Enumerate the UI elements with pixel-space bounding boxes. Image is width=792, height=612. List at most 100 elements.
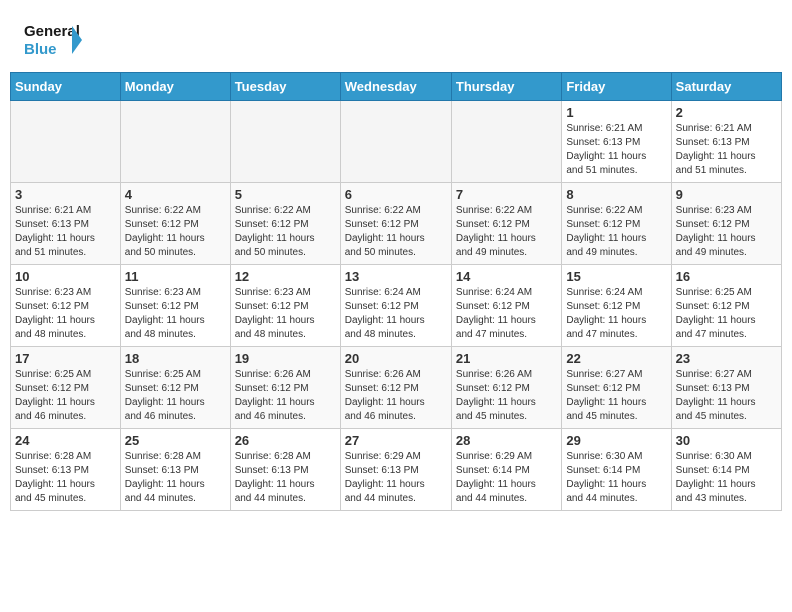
- day-info: Sunrise: 6:23 AM Sunset: 6:12 PM Dayligh…: [15, 286, 116, 342]
- day-number: 3: [15, 187, 116, 202]
- calendar-cell: [11, 101, 121, 183]
- day-info: Sunrise: 6:21 AM Sunset: 6:13 PM Dayligh…: [676, 122, 777, 178]
- calendar-cell: 12 Sunrise: 6:23 AM Sunset: 6:12 PM Dayli…: [230, 265, 340, 347]
- day-number: 15: [566, 269, 666, 284]
- day-info: Sunrise: 6:25 AM Sunset: 6:12 PM Dayligh…: [125, 368, 226, 424]
- day-number: 28: [456, 433, 557, 448]
- week-row: 3Sunrise: 6:21 AM Sunset: 6:13 PM Daylig…: [11, 183, 782, 265]
- day-number: 8: [566, 187, 666, 202]
- weekday-header: Thursday: [451, 73, 561, 101]
- day-info: Sunrise: 6:26 AM Sunset: 6:12 PM Dayligh…: [345, 368, 447, 424]
- day-info: Sunrise: 6:30 AM Sunset: 6:14 PM Dayligh…: [676, 450, 777, 506]
- day-number: 1: [566, 105, 666, 120]
- weekday-header: Saturday: [671, 73, 781, 101]
- calendar-table: SundayMondayTuesdayWednesdayThursdayFrid…: [10, 72, 782, 511]
- calendar-cell: 25Sunrise: 6:28 AM Sunset: 6:13 PM Dayli…: [120, 429, 230, 511]
- day-info: Sunrise: 6:21 AM Sunset: 6:13 PM Dayligh…: [566, 122, 666, 178]
- day-info: Sunrise: 6:26 AM Sunset: 6:12 PM Dayligh…: [456, 368, 557, 424]
- calendar-body: 1 Sunrise: 6:21 AM Sunset: 6:13 PM Daylig…: [11, 101, 782, 511]
- calendar-cell: 26 Sunrise: 6:28 AM Sunset: 6:13 PM Dayli…: [230, 429, 340, 511]
- day-info: Sunrise: 6:22 AM Sunset: 6:12 PM Dayligh…: [345, 204, 447, 260]
- weekday-header: Sunday: [11, 73, 121, 101]
- calendar-cell: 11 Sunrise: 6:23 AM Sunset: 6:12 PM Dayli…: [120, 265, 230, 347]
- calendar-cell: [230, 101, 340, 183]
- week-row: 1 Sunrise: 6:21 AM Sunset: 6:13 PM Daylig…: [11, 101, 782, 183]
- weekday-header: Tuesday: [230, 73, 340, 101]
- calendar-cell: 7 Sunrise: 6:22 AM Sunset: 6:12 PM Daylig…: [451, 183, 561, 265]
- logo: GeneralBlue: [24, 18, 84, 62]
- day-info: Sunrise: 6:22 AM Sunset: 6:12 PM Dayligh…: [566, 204, 666, 260]
- day-number: 10: [15, 269, 116, 284]
- weekday-row: SundayMondayTuesdayWednesdayThursdayFrid…: [11, 73, 782, 101]
- calendar-cell: 29 Sunrise: 6:30 AM Sunset: 6:14 PM Dayli…: [562, 429, 671, 511]
- day-number: 13: [345, 269, 447, 284]
- day-info: Sunrise: 6:27 AM Sunset: 6:12 PM Dayligh…: [566, 368, 666, 424]
- svg-text:Blue: Blue: [24, 41, 57, 58]
- day-info: Sunrise: 6:24 AM Sunset: 6:12 PM Dayligh…: [566, 286, 666, 342]
- day-number: 17: [15, 351, 116, 366]
- day-info: Sunrise: 6:22 AM Sunset: 6:12 PM Dayligh…: [456, 204, 557, 260]
- calendar-header: SundayMondayTuesdayWednesdayThursdayFrid…: [11, 73, 782, 101]
- calendar-cell: 22 Sunrise: 6:27 AM Sunset: 6:12 PM Dayli…: [562, 347, 671, 429]
- calendar-cell: [120, 101, 230, 183]
- calendar-cell: 2 Sunrise: 6:21 AM Sunset: 6:13 PM Daylig…: [671, 101, 781, 183]
- calendar-cell: 19 Sunrise: 6:26 AM Sunset: 6:12 PM Dayli…: [230, 347, 340, 429]
- calendar-cell: 15 Sunrise: 6:24 AM Sunset: 6:12 PM Dayli…: [562, 265, 671, 347]
- weekday-header: Friday: [562, 73, 671, 101]
- day-number: 6: [345, 187, 447, 202]
- day-number: 16: [676, 269, 777, 284]
- weekday-header: Wednesday: [340, 73, 451, 101]
- calendar-cell: 23 Sunrise: 6:27 AM Sunset: 6:13 PM Dayli…: [671, 347, 781, 429]
- week-row: 24Sunrise: 6:28 AM Sunset: 6:13 PM Dayli…: [11, 429, 782, 511]
- svg-text:General: General: [24, 23, 80, 40]
- week-row: 10 Sunrise: 6:23 AM Sunset: 6:12 PM Dayli…: [11, 265, 782, 347]
- day-info: Sunrise: 6:28 AM Sunset: 6:13 PM Dayligh…: [235, 450, 336, 506]
- day-info: Sunrise: 6:22 AM Sunset: 6:12 PM Dayligh…: [125, 204, 226, 260]
- calendar-cell: 1 Sunrise: 6:21 AM Sunset: 6:13 PM Daylig…: [562, 101, 671, 183]
- calendar-cell: 27Sunrise: 6:29 AM Sunset: 6:13 PM Dayli…: [340, 429, 451, 511]
- calendar-cell: 8 Sunrise: 6:22 AM Sunset: 6:12 PM Daylig…: [562, 183, 671, 265]
- day-number: 30: [676, 433, 777, 448]
- day-number: 29: [566, 433, 666, 448]
- calendar-cell: [451, 101, 561, 183]
- calendar-cell: 10 Sunrise: 6:23 AM Sunset: 6:12 PM Dayli…: [11, 265, 121, 347]
- day-info: Sunrise: 6:29 AM Sunset: 6:13 PM Dayligh…: [345, 450, 447, 506]
- page-header: GeneralBlue: [0, 0, 792, 72]
- calendar-cell: 13Sunrise: 6:24 AM Sunset: 6:12 PM Dayli…: [340, 265, 451, 347]
- calendar-cell: 28 Sunrise: 6:29 AM Sunset: 6:14 PM Dayli…: [451, 429, 561, 511]
- day-info: Sunrise: 6:28 AM Sunset: 6:13 PM Dayligh…: [15, 450, 116, 506]
- day-number: 19: [235, 351, 336, 366]
- calendar-cell: 6 Sunrise: 6:22 AM Sunset: 6:12 PM Daylig…: [340, 183, 451, 265]
- calendar-wrap: SundayMondayTuesdayWednesdayThursdayFrid…: [0, 72, 792, 521]
- calendar-cell: 24Sunrise: 6:28 AM Sunset: 6:13 PM Dayli…: [11, 429, 121, 511]
- week-row: 17 Sunrise: 6:25 AM Sunset: 6:12 PM Dayli…: [11, 347, 782, 429]
- calendar-cell: 20 Sunrise: 6:26 AM Sunset: 6:12 PM Dayli…: [340, 347, 451, 429]
- day-info: Sunrise: 6:29 AM Sunset: 6:14 PM Dayligh…: [456, 450, 557, 506]
- day-number: 25: [125, 433, 226, 448]
- day-number: 21: [456, 351, 557, 366]
- day-number: 2: [676, 105, 777, 120]
- day-number: 26: [235, 433, 336, 448]
- day-info: Sunrise: 6:23 AM Sunset: 6:12 PM Dayligh…: [125, 286, 226, 342]
- day-number: 12: [235, 269, 336, 284]
- day-info: Sunrise: 6:30 AM Sunset: 6:14 PM Dayligh…: [566, 450, 666, 506]
- day-number: 22: [566, 351, 666, 366]
- calendar-cell: 14 Sunrise: 6:24 AM Sunset: 6:12 PM Dayli…: [451, 265, 561, 347]
- calendar-cell: 30 Sunrise: 6:30 AM Sunset: 6:14 PM Dayli…: [671, 429, 781, 511]
- day-number: 20: [345, 351, 447, 366]
- calendar-cell: 9Sunrise: 6:23 AM Sunset: 6:12 PM Daylig…: [671, 183, 781, 265]
- day-info: Sunrise: 6:22 AM Sunset: 6:12 PM Dayligh…: [235, 204, 336, 260]
- day-number: 11: [125, 269, 226, 284]
- calendar-cell: 5Sunrise: 6:22 AM Sunset: 6:12 PM Daylig…: [230, 183, 340, 265]
- day-number: 7: [456, 187, 557, 202]
- day-number: 14: [456, 269, 557, 284]
- day-info: Sunrise: 6:27 AM Sunset: 6:13 PM Dayligh…: [676, 368, 777, 424]
- calendar-cell: 18 Sunrise: 6:25 AM Sunset: 6:12 PM Dayli…: [120, 347, 230, 429]
- day-number: 23: [676, 351, 777, 366]
- day-info: Sunrise: 6:23 AM Sunset: 6:12 PM Dayligh…: [235, 286, 336, 342]
- day-number: 18: [125, 351, 226, 366]
- day-info: Sunrise: 6:25 AM Sunset: 6:12 PM Dayligh…: [15, 368, 116, 424]
- day-info: Sunrise: 6:24 AM Sunset: 6:12 PM Dayligh…: [456, 286, 557, 342]
- day-info: Sunrise: 6:26 AM Sunset: 6:12 PM Dayligh…: [235, 368, 336, 424]
- day-number: 4: [125, 187, 226, 202]
